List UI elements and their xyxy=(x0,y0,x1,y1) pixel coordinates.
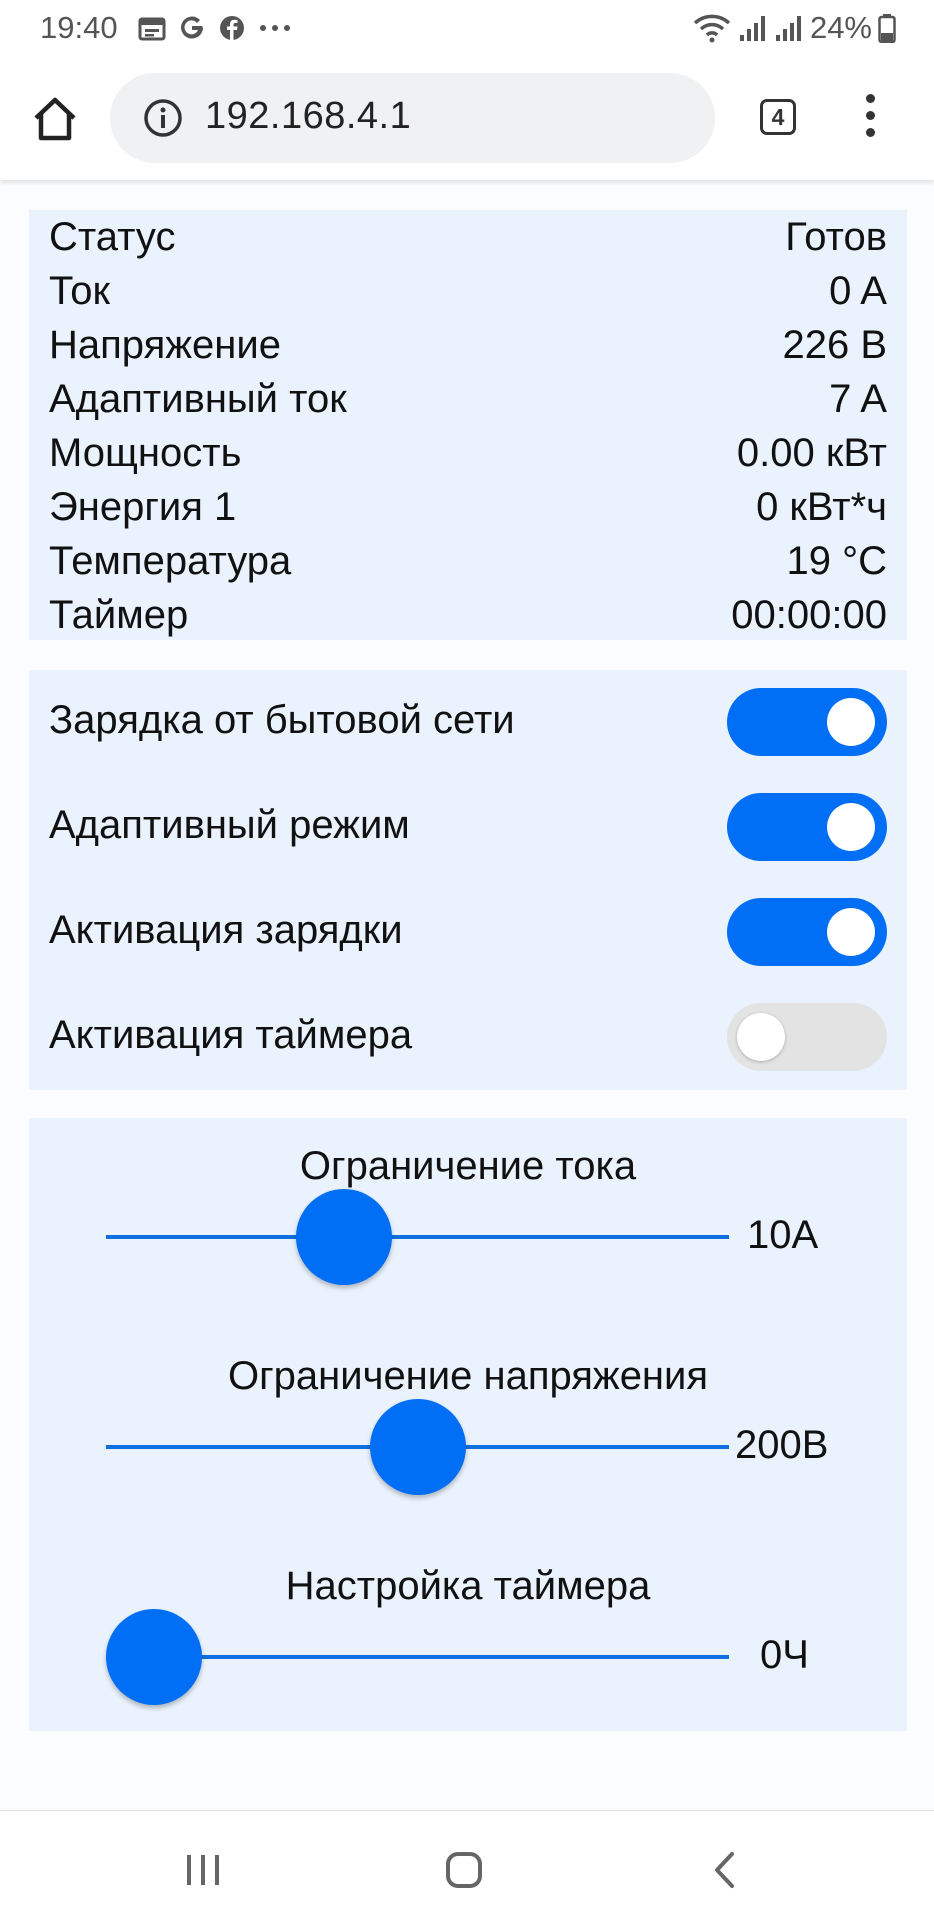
toggle-row-charging-activation: Активация зарядки xyxy=(49,898,887,968)
voltage-label: Напряжение xyxy=(49,322,281,367)
charging-activation-switch[interactable] xyxy=(727,898,887,966)
toggle-row-adaptive-mode: Адаптивный режим xyxy=(49,793,887,863)
adaptive-current-row: Адаптивный ток 7 A xyxy=(49,372,887,426)
status-label: Статус xyxy=(49,214,176,259)
timer-setting-title: Настройка таймера xyxy=(285,1564,651,1608)
toggle-label: Активация таймера xyxy=(49,1013,413,1057)
browser-toolbar: 192.168.4.1 4 xyxy=(0,56,934,180)
recent-apps-icon[interactable] xyxy=(185,1853,221,1887)
grid-charging-switch[interactable] xyxy=(727,688,887,756)
current-limit-thumb[interactable] xyxy=(295,1189,392,1285)
status-panel: Статус Готов Ток 0 A Напряжение 226 В Ад… xyxy=(29,210,907,640)
toggle-row-timer-activation: Активация таймера xyxy=(49,1003,887,1073)
battery-percent: 24% xyxy=(809,10,872,45)
system-icons: 24% xyxy=(692,10,896,46)
facebook-icon xyxy=(220,16,244,40)
timer-activation-switch[interactable] xyxy=(727,1003,887,1071)
home-nav-icon[interactable] xyxy=(445,1851,483,1889)
energy-row: Энергия 1 0 кВт*ч xyxy=(49,480,887,534)
status-value: Готов xyxy=(785,214,887,259)
status-bar: 19:40 24% xyxy=(0,0,934,56)
timer-value: 00:00:00 xyxy=(731,592,887,637)
timer-setting-value: 0Ч xyxy=(760,1633,809,1677)
timer-row: Таймер 00:00:00 xyxy=(49,588,887,642)
current-value: 0 A xyxy=(829,268,887,313)
voltage-limit-title: Ограничение напряжения xyxy=(227,1354,709,1398)
toggle-row-grid-charging: Зарядка от бытовой сети xyxy=(49,688,887,758)
back-icon[interactable] xyxy=(712,1851,736,1889)
calendar-icon xyxy=(138,17,166,41)
adaptive-current-value: 7 A xyxy=(829,376,887,421)
overflow-menu-icon[interactable] xyxy=(862,94,878,142)
status-row: Статус Готов xyxy=(49,210,887,264)
adaptive-mode-switch[interactable] xyxy=(727,793,887,861)
switch-knob xyxy=(827,698,875,746)
google-icon xyxy=(181,16,203,39)
switch-knob xyxy=(827,803,875,851)
power-row: Мощность 0.00 кВт xyxy=(49,426,887,480)
power-label: Мощность xyxy=(49,430,242,475)
timer-setting-thumb[interactable] xyxy=(106,1609,202,1705)
toggles-panel: Зарядка от бытовой сети Адаптивный режим… xyxy=(29,670,907,1090)
current-limit-title: Ограничение тока xyxy=(299,1144,637,1188)
switch-knob xyxy=(827,908,875,956)
address-bar[interactable]: 192.168.4.1 xyxy=(110,73,715,163)
notification-icons xyxy=(138,12,292,44)
voltage-row: Напряжение 226 В xyxy=(49,318,887,372)
adaptive-current-label: Адаптивный ток xyxy=(49,376,347,421)
energy-value: 0 кВт*ч xyxy=(756,484,887,529)
voltage-value: 226 В xyxy=(782,322,887,367)
info-icon[interactable] xyxy=(143,98,183,138)
toggle-label: Адаптивный режим xyxy=(49,803,410,847)
switch-knob xyxy=(737,1013,785,1061)
voltage-limit-value: 200В xyxy=(735,1423,829,1467)
status-time: 19:40 xyxy=(40,10,118,45)
home-icon[interactable] xyxy=(30,94,80,144)
signal-icon xyxy=(775,16,801,41)
energy-label: Энергия 1 xyxy=(49,484,237,529)
current-row: Ток 0 A xyxy=(49,264,887,318)
sliders-panel: Ограничение тока 10A Ограничение напряже… xyxy=(29,1118,907,1731)
voltage-limit-thumb[interactable] xyxy=(369,1399,466,1495)
toggle-label: Зарядка от бытовой сети xyxy=(49,698,515,742)
current-limit-value: 10A xyxy=(747,1213,819,1257)
temperature-label: Температура xyxy=(49,538,292,583)
navigation-bar xyxy=(0,1810,934,1921)
signal-icon xyxy=(739,16,765,41)
wifi-icon xyxy=(693,14,731,43)
tabs-button[interactable]: 4 xyxy=(760,99,796,135)
url-text[interactable]: 192.168.4.1 xyxy=(205,95,411,138)
more-dots-icon xyxy=(260,25,290,31)
temperature-row: Температура 19 °C xyxy=(49,534,887,588)
current-label: Ток xyxy=(49,268,111,313)
temperature-value: 19 °C xyxy=(786,538,888,583)
power-value: 0.00 кВт xyxy=(736,430,887,475)
current-limit-track[interactable] xyxy=(106,1235,729,1239)
battery-icon xyxy=(878,14,896,43)
toggle-label: Активация зарядки xyxy=(49,908,403,952)
timer-label: Таймер xyxy=(49,592,189,637)
